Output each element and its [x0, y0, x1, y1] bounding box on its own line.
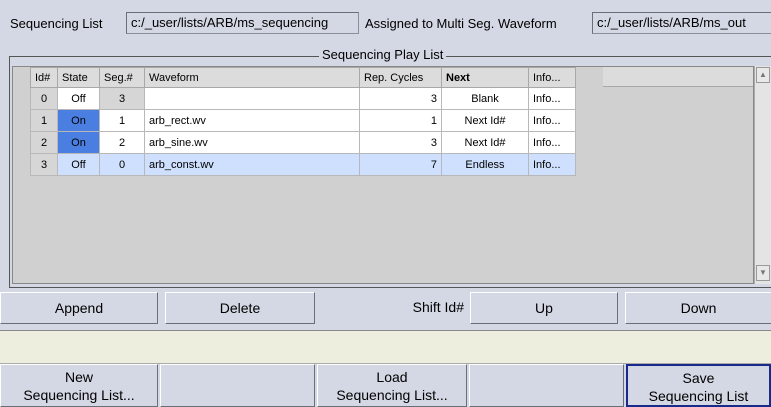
play-list-table: Id# State Seg.# Waveform Rep. Cycles Nex… [30, 67, 576, 176]
empty-softkey-2[interactable] [469, 364, 624, 407]
cell-next[interactable]: Next Id# [441, 131, 529, 154]
col-header-state: State [57, 67, 100, 88]
cell-state[interactable]: Off [57, 153, 100, 176]
cell-state[interactable]: On [57, 131, 100, 154]
save-button-line2: Sequencing List [648, 388, 749, 404]
col-header-waveform: Waveform [144, 67, 360, 88]
down-button[interactable]: Down [625, 292, 771, 324]
play-list-table-area: Id# State Seg.# Waveform Rep. Cycles Nex… [12, 66, 754, 284]
new-button-line1: New [64, 369, 93, 385]
sequencing-list-label: Sequencing List [10, 16, 103, 31]
scroll-down-arrow-icon[interactable]: ▼ [756, 265, 770, 281]
save-button-line1: Save [682, 370, 715, 386]
cell-info-button[interactable]: Info... [528, 109, 576, 132]
load-sequencing-list-button[interactable]: Load Sequencing List... [317, 364, 467, 407]
cell-info-button[interactable]: Info... [528, 131, 576, 154]
assigned-waveform-label: Assigned to Multi Seg. Waveform [365, 16, 557, 31]
table-header-row: Id# State Seg.# Waveform Rep. Cycles Nex… [30, 67, 576, 88]
cell-waveform[interactable]: arb_sine.wv [144, 131, 360, 154]
cell-seg[interactable]: 1 [99, 109, 145, 132]
sequencing-list-path-field[interactable]: c:/_user/lists/ARB/ms_sequencing [126, 12, 359, 34]
cell-state[interactable]: Off [57, 87, 100, 110]
col-header-next: Next [441, 67, 529, 88]
play-list-title: Sequencing Play List [319, 47, 447, 62]
cell-next[interactable]: Next Id# [441, 109, 529, 132]
cell-rep-cycles[interactable]: 7 [359, 153, 442, 176]
cell-id: 0 [30, 87, 58, 110]
table-header-filler [603, 67, 753, 87]
load-button-line2: Sequencing List... [336, 387, 448, 403]
new-sequencing-list-button[interactable]: New Sequencing List... [0, 364, 158, 407]
cell-next[interactable]: Endless [441, 153, 529, 176]
cell-id: 2 [30, 131, 58, 154]
cell-seg[interactable]: 0 [99, 153, 145, 176]
append-button[interactable]: Append [0, 292, 158, 324]
cell-seg[interactable]: 2 [99, 131, 145, 154]
cell-state[interactable]: On [57, 109, 100, 132]
cell-rep-cycles[interactable]: 3 [359, 87, 442, 110]
load-button-line1: Load [376, 369, 408, 385]
table-row-selected[interactable]: 3 Off 0 arb_const.wv 7 Endless Info... [30, 153, 576, 176]
col-header-rep-cycles: Rep. Cycles [359, 67, 442, 88]
cell-waveform[interactable]: arb_rect.wv [144, 109, 360, 132]
cell-waveform[interactable] [144, 87, 360, 110]
table-row[interactable]: 2 On 2 arb_sine.wv 3 Next Id# Info... [30, 131, 576, 154]
cell-waveform[interactable]: arb_const.wv [144, 153, 360, 176]
cell-rep-cycles[interactable]: 1 [359, 109, 442, 132]
new-button-line2: Sequencing List... [23, 387, 135, 403]
scroll-up-arrow-icon[interactable]: ▲ [756, 67, 770, 83]
col-header-info: Info... [528, 67, 576, 88]
cell-info-button[interactable]: Info... [528, 87, 576, 110]
table-row[interactable]: 1 On 1 arb_rect.wv 1 Next Id# Info... [30, 109, 576, 132]
shift-id-label: Shift Id# [318, 292, 468, 324]
empty-softkey-1[interactable] [160, 364, 315, 407]
table-row[interactable]: 0 Off 3 3 Blank Info... [30, 87, 576, 110]
header-bar: Sequencing List c:/_user/lists/ARB/ms_se… [0, 0, 771, 46]
status-line [0, 330, 771, 364]
assigned-waveform-path-field[interactable]: c:/_user/lists/ARB/ms_out [592, 12, 771, 34]
up-button[interactable]: Up [470, 292, 618, 324]
col-header-id: Id# [30, 67, 58, 88]
cell-id: 3 [30, 153, 58, 176]
cell-next[interactable]: Blank [441, 87, 529, 110]
col-header-seg: Seg.# [99, 67, 145, 88]
cell-rep-cycles[interactable]: 3 [359, 131, 442, 154]
cell-seg[interactable]: 3 [99, 87, 145, 110]
delete-button[interactable]: Delete [165, 292, 315, 324]
vertical-scrollbar[interactable]: ▲ ▼ [754, 66, 771, 284]
cell-id: 1 [30, 109, 58, 132]
save-sequencing-list-button[interactable]: Save Sequencing List [626, 364, 771, 407]
cell-info-button[interactable]: Info... [528, 153, 576, 176]
